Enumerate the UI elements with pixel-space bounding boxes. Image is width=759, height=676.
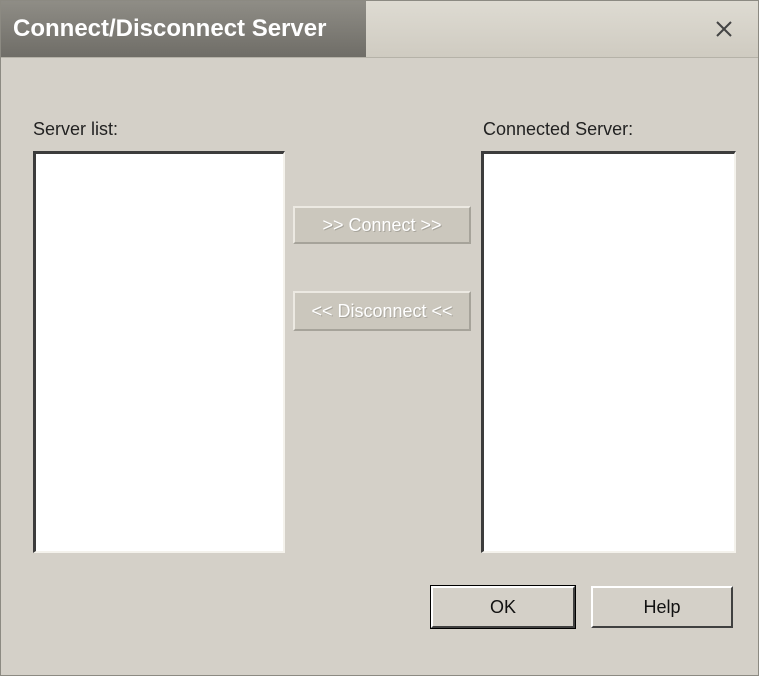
- help-button[interactable]: Help: [591, 586, 733, 628]
- ok-button[interactable]: OK: [430, 585, 576, 629]
- server-list-label: Server list:: [33, 119, 119, 139]
- close-icon: [716, 21, 732, 37]
- disconnect-button[interactable]: << Disconnect <<: [293, 291, 471, 331]
- connect-disconnect-dialog: Connect/Disconnect Server Server list: >…: [0, 0, 759, 676]
- connected-server-list[interactable]: [481, 151, 736, 553]
- connected-server-label: Connected Server:: [483, 119, 634, 139]
- dialog-title: Connect/Disconnect Server: [1, 1, 366, 57]
- connect-button[interactable]: >> Connect >>: [293, 206, 471, 244]
- close-button[interactable]: [708, 13, 740, 45]
- title-bar[interactable]: Connect/Disconnect Server: [1, 1, 758, 58]
- server-list[interactable]: [33, 151, 285, 553]
